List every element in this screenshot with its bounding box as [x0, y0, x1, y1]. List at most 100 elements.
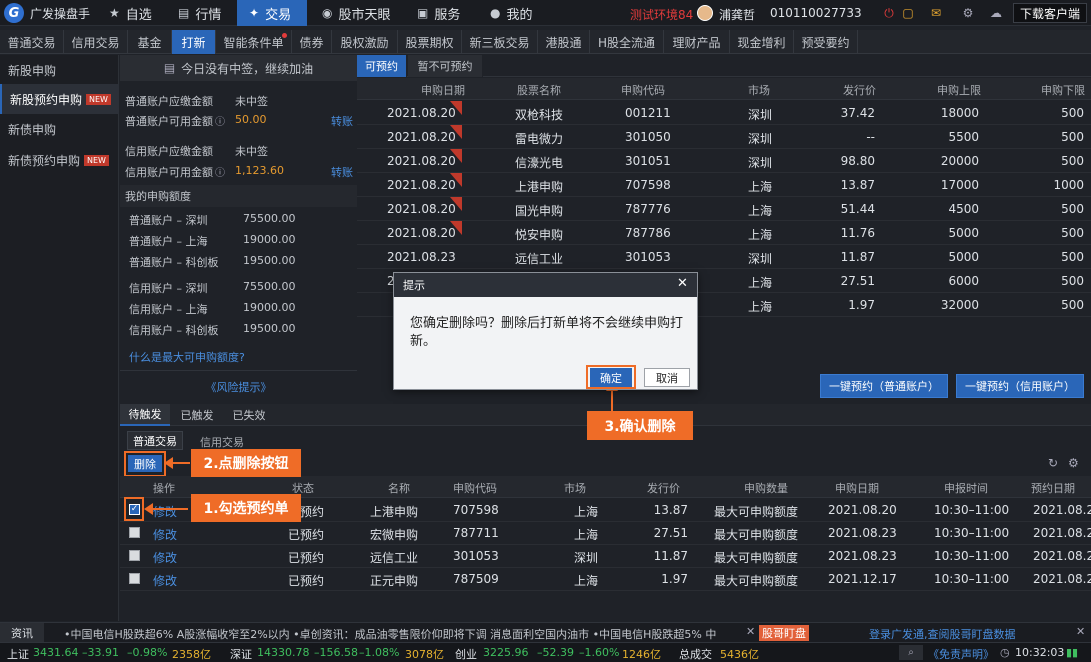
disclaimer-link[interactable]: 《免责声明》	[928, 646, 994, 662]
edit-link[interactable]: 修改	[153, 549, 177, 566]
close-icon[interactable]: ✕	[677, 276, 688, 291]
sidebar-item-bond-reserve[interactable]: 新债预约申购 NEW	[0, 145, 119, 175]
table-row[interactable]: 2021.08.20 上港申购 707598 上海 13.87 17000 1000	[357, 173, 1091, 197]
table-row[interactable]: 2021.08.20 信濠光电 301051 深圳 98.80 20000 500	[357, 149, 1091, 173]
close-icon[interactable]: ✕	[746, 625, 755, 638]
market: 上海	[748, 204, 773, 218]
declare-time: 10:30–11:00	[934, 526, 1010, 540]
risk-warning-link[interactable]: 《风险提示》	[120, 370, 357, 403]
table-row[interactable]: 修改 已预约 正元申购 787509 上海 1.97 最大可申购额度 2021.12.17 10…	[120, 567, 1091, 591]
table-row[interactable]: 2021.08.23 远信工业 301053 深圳 11.87 5000 500	[357, 245, 1091, 269]
market: 上海	[748, 300, 773, 314]
sidebar-item-bond[interactable]: 新债申购	[0, 114, 119, 144]
nav-trade[interactable]: ✦ 交易	[237, 0, 307, 26]
apply-max: 17000	[940, 178, 979, 192]
close-icon[interactable]: ✕	[1076, 625, 1085, 638]
quota-label: 信用账户 – 深圳	[129, 282, 208, 295]
table-row[interactable]: 修改 已预约 宏微申购 787711 上海 27.51 最大可申购额度 2021.08.23 1…	[120, 521, 1091, 545]
subtab-tender-offer[interactable]: 预受要约	[794, 30, 858, 54]
issue-price: 11.76	[840, 226, 875, 240]
subtab-credit[interactable]: 信用交易	[200, 434, 244, 450]
edit-link[interactable]: 修改	[153, 503, 177, 520]
nav-service[interactable]: ▣ 服务	[405, 0, 472, 26]
gear-icon[interactable]: ⚙	[1068, 456, 1079, 470]
new-badge: NEW	[86, 93, 111, 105]
quota-value: 75500.00	[243, 212, 296, 225]
transfer-link-credit[interactable]: 转账	[331, 164, 353, 180]
row-checkbox[interactable]	[129, 527, 140, 538]
news-text[interactable]: •中国电信H股跌超6% A股涨幅收窄至2%以内 •卓创资讯：成品油零售限价仰即将…	[64, 626, 744, 642]
reserve-all-normal-button[interactable]: 一键预约（普通账户）	[820, 374, 948, 398]
row-checkbox[interactable]	[129, 573, 140, 584]
issue-price: 11.87	[840, 250, 875, 264]
subtab-smart-order[interactable]: 智能条件单	[216, 30, 292, 54]
refresh-icon[interactable]: ↻	[1048, 456, 1058, 470]
nav-tianyan[interactable]: ◉ 股市天眼	[310, 0, 403, 26]
cancel-button[interactable]: 取消	[644, 368, 690, 387]
table-row[interactable]: 修改 已预约 远信工业 301053 深圳 11.87 最大可申购额度 2021.08.23 1…	[120, 544, 1091, 568]
login-promo-link[interactable]: 登录广发通,查阅股哥盯盘数据	[869, 626, 1016, 642]
sub-nav: 普通交易 信用交易 基金 打新 智能条件单 债券 股权激励 股票期权 新三板交易…	[0, 30, 1091, 54]
tab-not-reservable[interactable]: 暂不可预约	[408, 55, 483, 77]
transfer-link-normal[interactable]: 转账	[331, 113, 353, 129]
subtab-credit-trade[interactable]: 信用交易	[64, 30, 128, 54]
stock-watch-tag[interactable]: 股哥盯盘	[759, 625, 809, 641]
subtab-equity-incentive[interactable]: 股权激励	[332, 30, 398, 54]
stock-name: 远信工业	[515, 252, 564, 266]
sidebar-item-ipo[interactable]: 新股申购	[0, 55, 119, 85]
declare-time: 10:30–11:00	[934, 572, 1010, 586]
edit-link[interactable]: 修改	[153, 526, 177, 543]
help-icon[interactable]: ⓘ	[215, 113, 225, 128]
reserve-all-credit-button[interactable]: 一键预约（信用账户）	[956, 374, 1084, 398]
edit-link[interactable]: 修改	[153, 572, 177, 589]
nav-market[interactable]: ▤ 行情	[166, 0, 233, 26]
subtab-hk-connect[interactable]: 港股通	[538, 30, 590, 54]
lock-icon[interactable]: ▢	[899, 4, 917, 22]
arrow-icon	[164, 457, 173, 469]
issue-price: 1.97	[848, 298, 875, 312]
table-row[interactable]: 2021.08.20 雷电微力 301050 深圳 -- 5500 500	[357, 125, 1091, 149]
subtab-bond[interactable]: 债券	[292, 30, 332, 54]
table-row[interactable]: 2021.08.20 双枪科技 001211 深圳 37.42 18000 500	[357, 101, 1091, 125]
subtab-normal-trade[interactable]: 普通交易	[0, 30, 64, 54]
download-client-button[interactable]: 下载客户端	[1013, 3, 1087, 23]
subtab-ipo[interactable]: 打新	[172, 30, 216, 54]
row-checkbox[interactable]	[129, 550, 140, 561]
avatar[interactable]	[697, 5, 713, 21]
apply-code: 787786	[625, 226, 671, 240]
subtab-options[interactable]: 股票期权	[398, 30, 462, 54]
confirm-dialog: 提示 ✕ 您确定删除吗？删除后打新单将不会继续申购打新。 确定 取消	[393, 272, 698, 390]
cloud-icon[interactable]: ☁	[987, 4, 1005, 22]
subtab-wealth[interactable]: 理财产品	[664, 30, 730, 54]
subtab-cash[interactable]: 现金增利	[730, 30, 794, 54]
market: 深圳	[748, 132, 773, 146]
subtab-fund[interactable]: 基金	[128, 30, 172, 54]
max-quota-link[interactable]: 什么是最大可申购额度?	[129, 349, 245, 365]
gear-icon[interactable]: ⚙	[959, 4, 977, 22]
tab-expired[interactable]: 已失效	[224, 404, 274, 426]
normal-avail-label: 普通账户可用金额	[125, 115, 213, 128]
apply-min: 500	[1061, 298, 1084, 312]
subtab-normal[interactable]: 普通交易	[127, 431, 183, 450]
market: 深圳	[748, 252, 773, 266]
nav-mine[interactable]: ● 我的	[478, 0, 545, 26]
username[interactable]: 浦龚哲	[719, 6, 755, 23]
power-icon[interactable]: ⏻	[880, 4, 898, 22]
apply-max: 5000	[948, 250, 979, 264]
tab-triggered[interactable]: 已触发	[172, 404, 222, 426]
tab-reservable[interactable]: 可预约	[357, 55, 407, 77]
subtab-neeq[interactable]: 新三板交易	[462, 30, 538, 54]
mail-icon[interactable]: ✉	[927, 4, 945, 22]
quota-label: 信用账户 – 上海	[129, 303, 208, 316]
search-icon[interactable]: ⌕	[899, 645, 923, 660]
delete-button[interactable]: 删除	[128, 455, 162, 472]
table-row[interactable]: 2021.08.20 国光申购 787776 上海 51.44 4500 500	[357, 197, 1091, 221]
tab-pending[interactable]: 待触发	[120, 404, 170, 426]
apply-code: 707598	[625, 178, 671, 192]
nav-watchlist[interactable]: ★ 自选	[97, 0, 164, 26]
table-row[interactable]: 2021.08.20 悦安申购 787786 上海 11.76 5000 500	[357, 221, 1091, 245]
help-icon[interactable]: ⓘ	[215, 164, 225, 179]
dialog-title: 提示	[394, 273, 697, 297]
subtab-h-share[interactable]: H股全流通	[590, 30, 664, 54]
sidebar-item-ipo-reserve[interactable]: 新股预约申购 NEW	[0, 84, 119, 114]
